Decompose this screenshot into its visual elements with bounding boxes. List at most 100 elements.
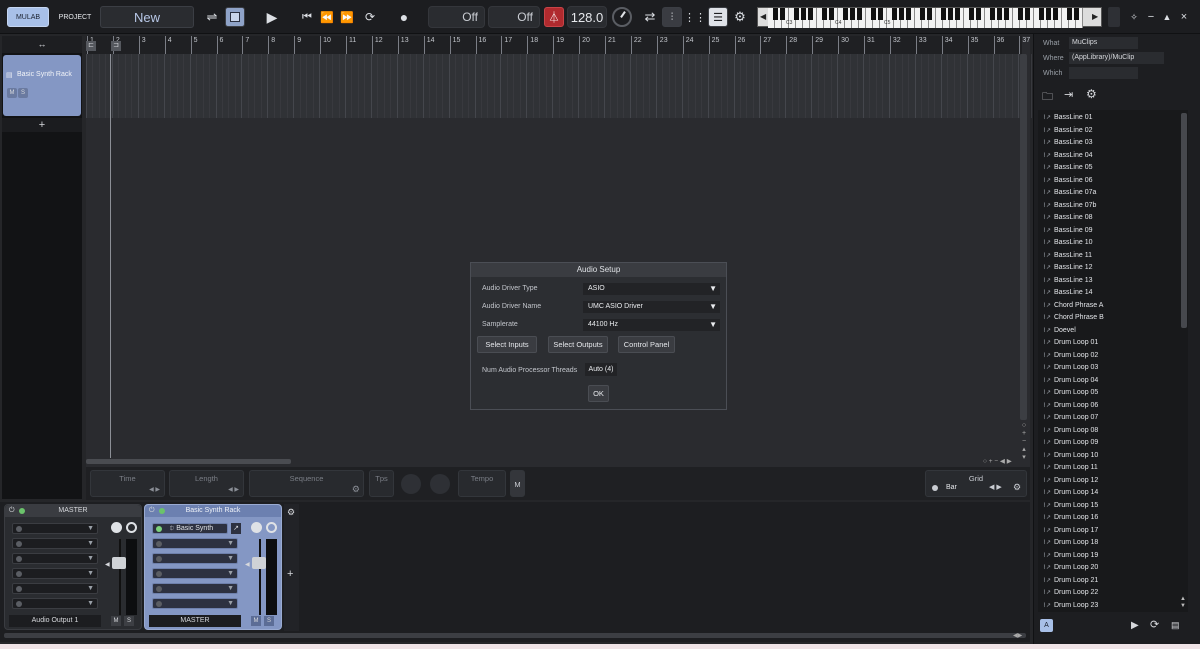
- browser-list-item[interactable]: ⌇↗ Drum Loop 22: [1043, 587, 1098, 599]
- browser-list-item[interactable]: ⌇↗ Chord Phrase A: [1043, 300, 1103, 312]
- threads-select[interactable]: Auto (4): [585, 363, 617, 376]
- where-field[interactable]: (AppLibrary)/MuClip: [1069, 52, 1164, 64]
- vertical-zoom-icon[interactable]: ○ + − ▴ ▾: [1019, 422, 1029, 461]
- mixer-icon[interactable]: ⫶: [662, 7, 682, 27]
- insert-slot[interactable]: ▼: [152, 538, 238, 549]
- metronome-icon[interactable]: ⏃: [544, 7, 564, 27]
- insert-slot[interactable]: ▼: [12, 553, 98, 564]
- piano-black-key[interactable]: [969, 8, 974, 20]
- piano-right-icon[interactable]: ▶: [1092, 12, 1098, 21]
- grid-snap-toggle[interactable]: [932, 485, 938, 491]
- rewind-icon[interactable]: ⏪: [317, 8, 337, 26]
- horizontal-zoom-icon[interactable]: ○ + − ◀ ▶: [983, 457, 1027, 466]
- browser-list-item[interactable]: ⌇↗ BassLine 01: [1043, 112, 1093, 124]
- expand-tracks-icon[interactable]: ↔: [2, 36, 82, 53]
- length-step-arrows-icon[interactable]: ◀ ▶: [228, 486, 239, 493]
- browser-list-item[interactable]: ⌇↗ BassLine 09: [1043, 225, 1093, 237]
- browser-scrollbar[interactable]: [1181, 113, 1187, 328]
- insert-slot[interactable]: ▼: [12, 583, 98, 594]
- piano-black-key[interactable]: [794, 8, 799, 20]
- sequence-gear-icon[interactable]: ⚙: [352, 484, 360, 495]
- folder-icon[interactable]: 🗀: [1042, 88, 1053, 107]
- browser-list-item[interactable]: ⌇↗ Drum Loop 06: [1043, 400, 1098, 412]
- piano-black-key[interactable]: [892, 8, 897, 20]
- browser-list-item[interactable]: ⌇↗ Doevel: [1043, 325, 1076, 337]
- volume-knob[interactable]: [111, 522, 122, 533]
- piano-black-key[interactable]: [829, 8, 834, 20]
- browser-list-item[interactable]: ⌇↗ BassLine 11: [1043, 250, 1092, 262]
- samplerate-select[interactable]: 44100 Hz ▼: [583, 319, 720, 331]
- time-step-arrows-icon[interactable]: ◀ ▶: [149, 486, 160, 493]
- insert-slot[interactable]: ▼: [152, 598, 238, 609]
- browser-list-item[interactable]: ⌇↗ BassLine 07b: [1043, 200, 1096, 212]
- insert-slot[interactable]: ▼: [152, 583, 238, 594]
- grid-field[interactable]: Grid Bar ◀ ▶ ⚙: [925, 470, 1027, 497]
- vertical-scrollbar[interactable]: [1020, 54, 1027, 420]
- what-field[interactable]: MuClips: [1069, 37, 1138, 49]
- sequence-field[interactable]: Sequence ⚙: [249, 470, 364, 497]
- close-icon[interactable]: ×: [1177, 9, 1191, 25]
- tempo-display[interactable]: 128.0: [567, 6, 607, 28]
- playhead[interactable]: [110, 54, 111, 458]
- browser-a-button[interactable]: A: [1040, 619, 1053, 632]
- insert-slot[interactable]: ▼: [152, 568, 238, 579]
- browser-list-item[interactable]: ⌇↗ Drum Loop 19: [1043, 550, 1098, 562]
- routing-icon[interactable]: ⇄: [640, 8, 660, 26]
- grid-value[interactable]: Bar: [946, 484, 957, 491]
- track-mute-button[interactable]: M: [7, 88, 17, 98]
- tempo-field[interactable]: Tempo: [458, 470, 506, 497]
- mute-button[interactable]: M: [251, 616, 261, 626]
- tps-knob-2[interactable]: [430, 474, 450, 494]
- loop-start-marker[interactable]: ⊏: [86, 41, 96, 51]
- piano-black-key[interactable]: [920, 8, 925, 20]
- piano-black-key[interactable]: [1039, 8, 1044, 20]
- piano-black-key[interactable]: [1067, 8, 1072, 20]
- sync-off-display[interactable]: Off: [428, 6, 485, 28]
- horizontal-scrollbar[interactable]: [86, 459, 291, 464]
- browser-list-item[interactable]: ⌇↗ Drum Loop 03: [1043, 362, 1098, 374]
- piano-black-key[interactable]: [899, 8, 904, 20]
- insert-slot[interactable]: ▼: [12, 523, 98, 534]
- driver-type-select[interactable]: ASIO ▼: [583, 283, 720, 295]
- browser-list-item[interactable]: ⌇↗ BassLine 13: [1043, 275, 1093, 287]
- preview-refresh-icon[interactable]: ⟳: [1150, 618, 1159, 631]
- add-track-button[interactable]: +: [2, 118, 82, 132]
- select-inputs-button[interactable]: Select Inputs: [477, 336, 537, 353]
- browser-list-item[interactable]: ⌇↗ BassLine 10: [1043, 237, 1093, 249]
- grid-step-arrows-icon[interactable]: ◀ ▶: [989, 483, 1002, 491]
- loop-icon[interactable]: ⟳: [360, 8, 380, 26]
- mixer-scroll-arrows-icon[interactable]: ◀▶: [1013, 632, 1022, 639]
- fast-forward-icon[interactable]: ⏩: [337, 8, 357, 26]
- track-solo-button[interactable]: S: [18, 88, 28, 98]
- browser-list-item[interactable]: ⌇↗ BassLine 03: [1043, 137, 1093, 149]
- timeline-ruler[interactable]: 1234567891011121314151617181920212223242…: [86, 36, 1030, 54]
- m-button[interactable]: M: [510, 470, 525, 497]
- browser-list-item[interactable]: ⌇↗ BassLine 04: [1043, 150, 1093, 162]
- piano-black-key[interactable]: [1053, 8, 1058, 20]
- output-select[interactable]: Audio Output 1: [9, 615, 101, 627]
- browser-list-item[interactable]: ⌇↗ Drum Loop 16: [1043, 512, 1098, 524]
- browser-menu-icon[interactable]: ▤: [1171, 620, 1180, 631]
- tps-field[interactable]: Tps: [369, 470, 394, 497]
- solo-button[interactable]: S: [124, 616, 134, 626]
- browser-list-item[interactable]: ⌇↗ Drum Loop 01: [1043, 337, 1098, 349]
- insert-slot[interactable]: ▼: [12, 568, 98, 579]
- which-field[interactable]: [1069, 67, 1138, 79]
- mixer-scrollbar[interactable]: [4, 633, 1026, 638]
- piano-left-icon[interactable]: ◀: [760, 12, 766, 21]
- piano-black-key[interactable]: [1004, 8, 1009, 20]
- piano-black-key[interactable]: [1046, 8, 1051, 20]
- loop-end-marker[interactable]: ⊐: [111, 41, 121, 51]
- sync-off-display-2[interactable]: Off: [488, 6, 540, 28]
- piano-volume-slider[interactable]: [1108, 7, 1120, 27]
- piano-black-key[interactable]: [990, 8, 995, 20]
- maximize-icon[interactable]: ▲: [1160, 9, 1174, 25]
- length-field[interactable]: Length ◀ ▶: [169, 470, 244, 497]
- browser-list-item[interactable]: ⌇↗ Drum Loop 11: [1043, 462, 1098, 474]
- browser-list-item[interactable]: ⌇↗ BassLine 02: [1043, 125, 1093, 137]
- tempo-knob[interactable]: [612, 7, 632, 27]
- browser-list-item[interactable]: ⌇↗ Drum Loop 08: [1043, 425, 1098, 437]
- list-view-icon[interactable]: ☰: [708, 7, 728, 27]
- piano-black-key[interactable]: [780, 8, 785, 20]
- project-name-field[interactable]: New: [100, 6, 194, 28]
